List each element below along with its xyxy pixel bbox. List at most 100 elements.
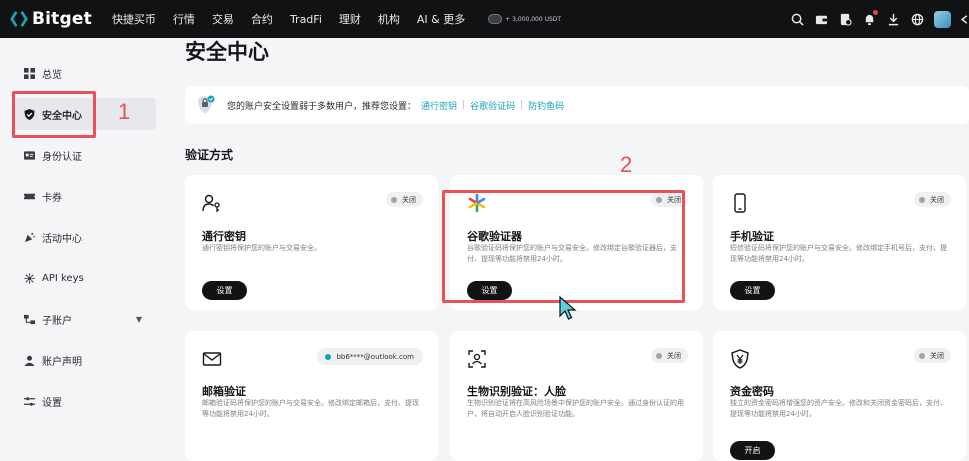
status-text: 关闭 — [930, 351, 944, 360]
nav-institutional[interactable]: 机构 — [378, 11, 400, 27]
face-scan-icon — [467, 349, 487, 369]
link-anti-phishing-code[interactable]: 防钓鱼码 — [528, 99, 564, 112]
grid-icon — [22, 66, 36, 80]
status-badge: 关闭 — [651, 348, 688, 363]
bitget-logo[interactable]: Bitget — [10, 9, 92, 29]
card-fund-password: 关闭 资金密码 独立的资金密码将增强您的资产安全。修改和关闭资金密码后，支付、提… — [713, 331, 966, 461]
status-dot — [919, 196, 925, 203]
sidebar-item-settings[interactable]: 设置 — [12, 385, 156, 417]
sidebar-item-label: 设置 — [42, 397, 62, 409]
nav-tradfi[interactable]: TradFi — [290, 13, 322, 26]
banner-separator: | — [520, 100, 524, 110]
api-icon — [22, 271, 36, 285]
bitget-logo-icon — [10, 11, 28, 27]
sidebar-item-coupons[interactable]: 卡券 — [12, 180, 156, 212]
card-title: 生物识别验证：人脸 — [467, 385, 566, 398]
card-passkey: 关闭 通行密钥 通行密钥将保护您的账户与交易安全。 设置 — [185, 175, 438, 310]
ticket-icon — [22, 189, 36, 203]
annotation-box-1 — [12, 91, 96, 138]
sidebar-item-account-statement[interactable]: 账户声明 — [12, 344, 156, 376]
sidebar-item-label: 总览 — [42, 69, 62, 81]
avatar-icon[interactable] — [934, 10, 951, 28]
sidebar-item-label: 活动中心 — [42, 233, 82, 245]
card-description: 生物识别验证将在高风险场景中保护您的账户安全。通过身份认证的用户，将自动开启人脸… — [467, 399, 684, 418]
link-google-authenticator[interactable]: 谷歌验证码 — [470, 99, 515, 112]
banner-separator: | — [462, 100, 466, 110]
sidebar-item-label: 身份认证 — [42, 151, 82, 163]
annotation-label-2: 2 — [620, 152, 633, 177]
mail-icon — [202, 349, 222, 369]
enable-fund-password-button[interactable]: 开启 — [730, 441, 775, 460]
sidebar-item-label: 子账户 — [42, 315, 72, 327]
coin-icon — [488, 14, 503, 24]
status-dot — [325, 353, 332, 360]
status-dot — [391, 196, 397, 203]
card-biometric-face: 关闭 生物识别验证：人脸 生物识别验证将在高风险场景中保护您的账户安全。通过身份… — [450, 331, 703, 461]
card-title: 资金密码 — [730, 385, 774, 398]
phone-icon — [730, 193, 750, 213]
card-email: bb6****@outlook.com 邮箱验证 邮箱验证码将保护您的账户与交易… — [185, 331, 438, 461]
status-dot — [919, 352, 925, 359]
section-title: 验证方式 — [185, 148, 234, 162]
settings-icon — [22, 394, 36, 408]
status-dot — [656, 352, 662, 359]
setup-phone-button[interactable]: 设置 — [730, 281, 775, 300]
globe-icon[interactable] — [910, 12, 924, 26]
arrow-icon[interactable] — [959, 12, 969, 26]
party-icon — [22, 230, 36, 244]
top-navigation-bar: Bitget 快捷买币 行情 交易 合约 TradFi 理财 机构 AI & 更… — [0, 0, 969, 38]
sidebar-item-identity[interactable]: 身份认证 — [12, 139, 156, 171]
user-icon — [22, 353, 36, 367]
promo-text: + 3,000,000 USDT — [505, 15, 562, 23]
card-title: 手机验证 — [730, 230, 774, 243]
nav-futures[interactable]: 合约 — [251, 11, 273, 27]
sidebar-item-api-keys[interactable]: API keys — [12, 262, 156, 294]
card-description: 独立的资金密码将增强您的资产安全。修改和关闭资金密码后，支付、提现等功能将禁用2… — [730, 399, 947, 418]
card-description: 通行密钥将保护您的账户与交易安全。 — [202, 244, 321, 252]
sidebar-item-overview[interactable]: 总览 — [12, 57, 156, 89]
orders-icon[interactable] — [838, 12, 852, 26]
sidebar-item-label: 账户声明 — [42, 356, 82, 368]
sidebar-item-activity-center[interactable]: 活动中心 — [12, 221, 156, 253]
security-recommendation-banner: 您的账户安全设置弱于多数用户，推荐您设置： 通行密钥 | 谷歌验证码 | 防钓鱼… — [185, 86, 969, 124]
card-description: 邮箱验证码将保护您的账户与交易安全。修改绑定邮箱后，支付、提现等功能将禁用24小… — [202, 399, 419, 418]
status-text: 关闭 — [402, 195, 416, 204]
link-passkey[interactable]: 通行密钥 — [421, 99, 457, 112]
status-badge: 关闭 — [914, 348, 951, 363]
chevron-down-icon[interactable]: ▼ — [136, 315, 142, 324]
notification-dot — [873, 10, 878, 15]
card-description: 短信验证码将保护您的账户与交易安全。修改绑定手机号后，支付、提现等功能将禁用24… — [730, 244, 947, 263]
search-icon[interactable] — [790, 12, 804, 26]
annotation-box-2 — [442, 190, 685, 303]
card-title: 邮箱验证 — [202, 385, 246, 398]
status-text: 关闭 — [667, 351, 681, 360]
card-title: 通行密钥 — [202, 230, 246, 243]
email-badge: bb6****@outlook.com — [317, 348, 423, 365]
sidebar-item-sub-accounts[interactable]: 子账户 ▼ — [12, 303, 156, 335]
annotation-label-1: 1 — [118, 99, 131, 124]
wallet-icon[interactable] — [814, 12, 828, 26]
nav-quick-buy[interactable]: 快捷买币 — [112, 11, 156, 27]
nav-markets[interactable]: 行情 — [173, 11, 195, 27]
setup-passkey-button[interactable]: 设置 — [202, 281, 247, 300]
bell-icon[interactable] — [862, 10, 878, 26]
sidebar-item-label: API keys — [42, 272, 84, 284]
status-text: 关闭 — [930, 195, 944, 204]
nav-earn[interactable]: 理财 — [339, 11, 361, 27]
mouse-cursor-icon — [559, 296, 577, 320]
yen-icon — [730, 349, 750, 369]
status-badge: 关闭 — [386, 192, 423, 207]
sidebar-item-label: 卡券 — [42, 192, 62, 204]
download-icon[interactable] — [886, 12, 900, 26]
sub-account-icon — [22, 312, 36, 326]
main-nav: 快捷买币 行情 交易 合约 TradFi 理财 机构 AI & 更多 — [112, 11, 482, 27]
id-card-icon — [22, 148, 36, 162]
nav-trade[interactable]: 交易 — [212, 11, 234, 27]
passkey-icon — [202, 193, 222, 213]
nav-ai-more[interactable]: AI & 更多 — [417, 11, 465, 27]
promo-banner[interactable]: + 3,000,000 USDT — [488, 14, 561, 24]
logo-text: Bitget — [32, 9, 92, 29]
banner-text: 您的账户安全设置弱于多数用户，推荐您设置： — [227, 101, 417, 112]
card-phone: 关闭 手机验证 短信验证码将保护您的账户与交易安全。修改绑定手机号后，支付、提现… — [713, 175, 966, 310]
email-text: bb6****@outlook.com — [336, 352, 414, 361]
